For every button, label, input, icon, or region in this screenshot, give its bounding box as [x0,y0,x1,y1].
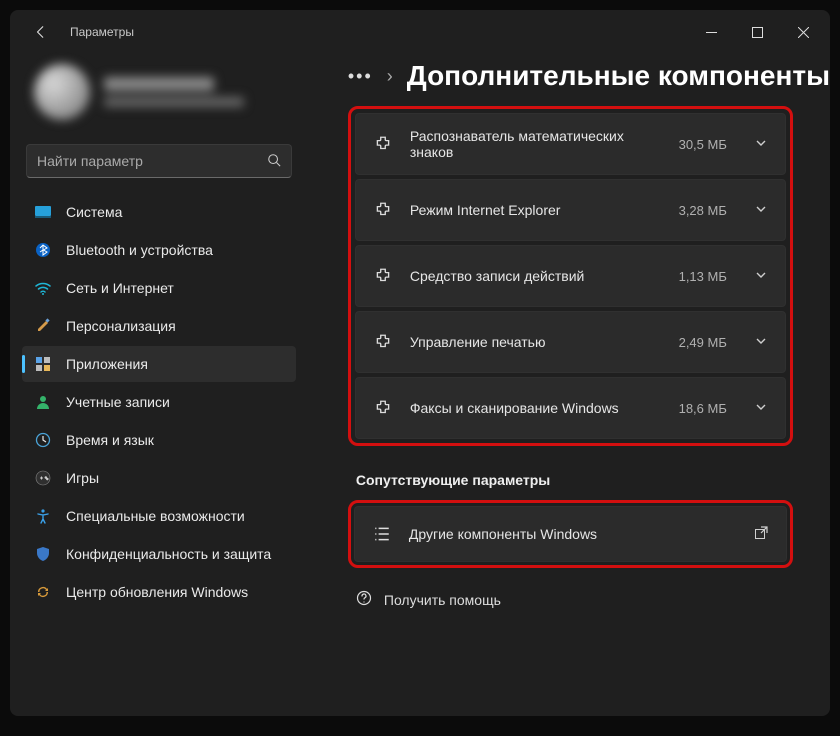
accounts-icon [34,393,52,411]
shield-icon [34,545,52,563]
sidebar-item-label: Сеть и Интернет [66,280,174,296]
arrow-left-icon [34,25,48,39]
clock-globe-icon [34,431,52,449]
page-title: Дополнительные компоненты [407,60,830,92]
profile-block[interactable] [22,54,296,138]
feature-row[interactable]: Распознаватель математических знаков 30,… [355,113,786,175]
paintbrush-icon [34,317,52,335]
features-group-highlight: Распознаватель математических знаков 30,… [348,106,793,446]
feature-size: 18,6 МБ [679,401,727,416]
feature-size: 30,5 МБ [679,137,727,152]
display-icon [34,203,52,221]
help-label: Получить помощь [384,592,501,608]
gaming-icon [34,469,52,487]
sidebar-item-label: Центр обновления Windows [66,584,248,600]
sidebar-item-accounts[interactable]: Учетные записи [22,384,296,420]
related-group-highlight: Другие компоненты Windows [348,500,793,568]
sidebar-item-update[interactable]: Центр обновления Windows [22,574,296,610]
sidebar-item-gaming[interactable]: Игры [22,460,296,496]
feature-label: Распознаватель математических знаков [410,128,661,160]
help-icon [356,590,372,609]
open-external-icon [754,526,768,543]
sidebar-item-label: Bluetooth и устройства [66,242,213,258]
minimize-icon [706,27,717,38]
settings-window: Параметры Систем [10,10,830,716]
accessibility-icon [34,507,52,525]
chevron-right-icon: › [387,66,393,87]
close-button[interactable] [780,16,826,48]
sidebar-item-bluetooth[interactable]: Bluetooth и устройства [22,232,296,268]
list-icon [373,525,391,543]
back-button[interactable] [24,15,58,49]
sidebar-item-label: Специальные возможности [66,508,245,524]
search-input[interactable] [37,153,267,169]
avatar [34,64,90,120]
sidebar-item-label: Персонализация [66,318,176,334]
breadcrumb-collapsed[interactable]: ••• [348,66,373,87]
feature-label: Управление печатью [410,334,661,350]
sidebar-item-label: Система [66,204,122,220]
related-row-label: Другие компоненты Windows [409,526,736,542]
feature-size: 3,28 МБ [679,203,727,218]
feature-row[interactable]: Средство записи действий 1,13 МБ [355,245,786,307]
feature-row[interactable]: Управление печатью 2,49 МБ [355,311,786,373]
search-icon [267,153,281,170]
bluetooth-icon [34,241,52,259]
maximize-button[interactable] [734,16,780,48]
maximize-icon [752,27,763,38]
breadcrumb: ••• › Дополнительные компоненты [348,60,830,92]
close-icon [798,27,809,38]
sidebar-item-label: Время и язык [66,432,154,448]
feature-label: Режим Internet Explorer [410,202,661,218]
sidebar-item-label: Учетные записи [66,394,170,410]
sidebar: Система Bluetooth и устройства Сеть и Ин… [10,54,308,716]
search-box[interactable] [26,144,292,178]
extension-icon [374,135,392,153]
sidebar-item-label: Конфиденциальность и защита [66,546,271,562]
related-section-title: Сопутствующие параметры [356,472,830,488]
sidebar-item-personalization[interactable]: Персонализация [22,308,296,344]
apps-icon [34,355,52,373]
sidebar-item-privacy[interactable]: Конфиденциальность и защита [22,536,296,572]
chevron-down-icon [755,268,767,284]
nav-list: Система Bluetooth и устройства Сеть и Ин… [22,194,296,610]
window-title: Параметры [70,25,134,39]
feature-row[interactable]: Факсы и сканирование Windows 18,6 МБ [355,377,786,439]
extension-icon [374,267,392,285]
extension-icon [374,333,392,351]
feature-row[interactable]: Режим Internet Explorer 3,28 МБ [355,179,786,241]
sidebar-item-apps[interactable]: Приложения [22,346,296,382]
get-help-link[interactable]: Получить помощь [356,590,830,609]
feature-label: Средство записи действий [410,268,661,284]
chevron-down-icon [755,202,767,218]
chevron-down-icon [755,400,767,416]
sidebar-item-time[interactable]: Время и язык [22,422,296,458]
extension-icon [374,399,392,417]
titlebar: Параметры [10,10,830,54]
feature-size: 1,13 МБ [679,269,727,284]
profile-text [104,77,244,107]
minimize-button[interactable] [688,16,734,48]
sidebar-item-label: Игры [66,470,99,486]
main-content: ••• › Дополнительные компоненты Распозна… [308,54,830,716]
wifi-icon [34,279,52,297]
sidebar-item-system[interactable]: Система [22,194,296,230]
feature-size: 2,49 МБ [679,335,727,350]
related-row-more-windows-features[interactable]: Другие компоненты Windows [354,506,787,562]
update-icon [34,583,52,601]
sidebar-item-label: Приложения [66,356,148,372]
feature-label: Факсы и сканирование Windows [410,400,661,416]
chevron-down-icon [755,334,767,350]
window-controls [688,16,826,48]
extension-icon [374,201,392,219]
chevron-down-icon [755,136,767,152]
sidebar-item-network[interactable]: Сеть и Интернет [22,270,296,306]
sidebar-item-accessibility[interactable]: Специальные возможности [22,498,296,534]
